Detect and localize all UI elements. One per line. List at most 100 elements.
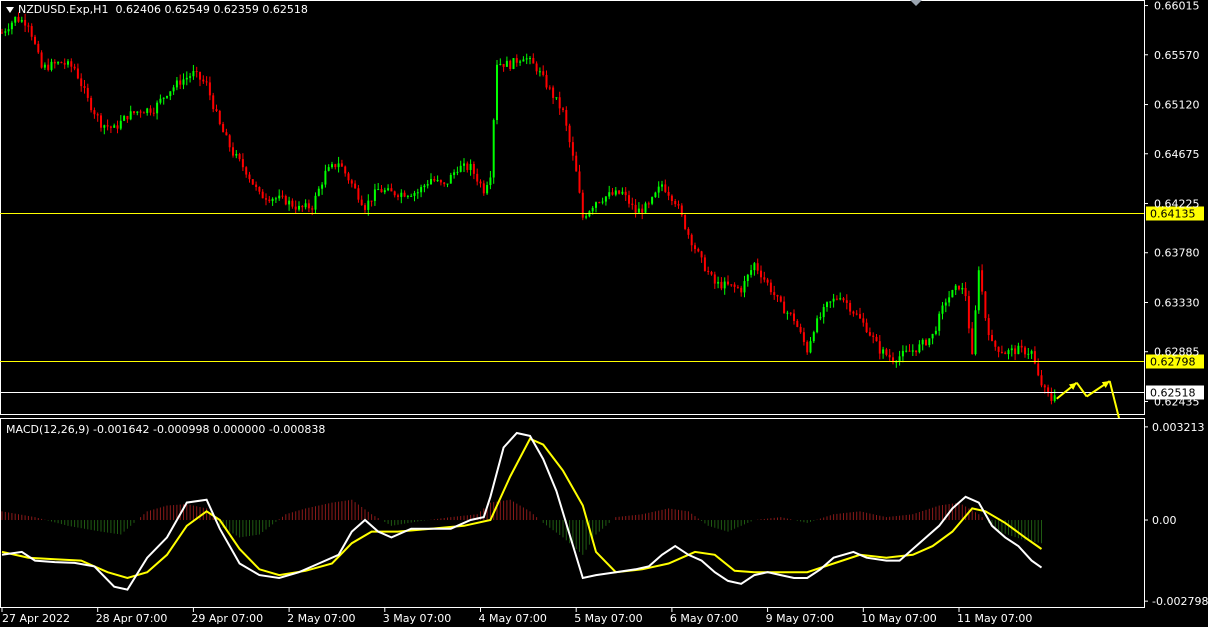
candle-body [875,336,878,342]
trading-chart[interactable]: 0.641350.627980.62518 0.660150.655700.65… [0,0,1208,627]
candle-body [373,189,376,201]
candle-body [743,281,746,293]
candle-body [809,341,812,353]
candle-body [984,291,987,319]
candle-body [294,206,297,210]
candle-body [146,108,149,114]
candle-body [456,171,459,173]
candle-body [598,202,601,204]
candle-body [958,285,960,290]
candle-body [733,284,736,287]
ohlc-values: 0.62406 0.62549 0.62359 0.62518 [115,3,308,16]
candle-body [885,349,888,355]
candle-body [618,190,621,194]
candle-body [179,80,182,85]
candle-body [585,216,588,218]
price-tick-label: 0.66015 [1154,0,1200,13]
candle-body [103,125,106,128]
candle-body [852,311,855,314]
candle-body [938,313,941,331]
candle-body [651,197,654,204]
candle-body [835,298,838,300]
candle-body [268,199,271,202]
candle-body [255,184,258,188]
candle-body [964,287,967,297]
candle-body [961,287,964,290]
candle-body [565,109,568,126]
candle-body [133,111,135,113]
candle-body [149,108,152,113]
candle-body [406,195,409,197]
candle-body [439,180,442,183]
candle-body [700,251,703,258]
candle-body [505,60,508,67]
candle-body [436,180,439,182]
candle-body [918,344,921,353]
candle-body [845,300,848,303]
candle-body [20,19,23,22]
candle-body [611,192,614,195]
candle-body [994,340,997,347]
candle-body [713,274,716,284]
candle-body [116,125,119,129]
candle-body [400,192,403,197]
candle-body [7,29,10,32]
candle-body [624,191,627,196]
candle-body [60,62,63,64]
candle-body [261,191,264,199]
candle-body [492,120,495,178]
candle-body [499,63,502,65]
candle-body [769,282,772,293]
candle-body [278,195,281,199]
candle-body [192,71,195,77]
candle-body [281,195,284,197]
candle-body [746,274,749,282]
candle-body [169,91,172,97]
candle-body [489,177,492,186]
candle-body [212,95,215,110]
candle-body [591,207,594,212]
time-tick-label: 10 May 07:00 [861,612,936,625]
candle-body [512,58,515,69]
candle-body [73,66,76,69]
dropdown-triangle-icon[interactable] [6,7,14,13]
candle-body [162,97,165,99]
time-tick-label: 28 Apr 07:00 [96,612,168,625]
candle-body [793,313,795,321]
candle-body [690,234,693,246]
price-tick-label: 0.64225 [1154,198,1200,211]
candle-body [971,328,974,355]
candle-body [951,290,954,298]
candle-body [459,165,462,172]
candle-body [430,178,432,185]
price-panel[interactable]: 0.641350.627980.62518 0.660150.655700.65… [0,0,1204,454]
candle-body [763,277,766,280]
candle-body [697,249,700,252]
candle-body [47,64,50,70]
candle-body [1037,363,1040,376]
candle-body [126,115,129,120]
candle-body [27,25,30,27]
candle-body [509,60,512,69]
candle-body [199,72,201,80]
candle-body [677,204,680,206]
candle-body [172,87,175,92]
candle-body [232,147,234,156]
macd-panel[interactable]: 0.003213 0.00 -0.002798 [0,418,1208,609]
candle-body [449,174,452,184]
candle-body [340,163,343,167]
candle-body [555,97,558,99]
candle-body [750,270,753,275]
candle-body [730,284,733,286]
candle-body [367,200,370,210]
time-axis: 27 Apr 2022 28 Apr 07:00 29 Apr 07:00 2 May… [1,608,1032,625]
candle-body [535,63,538,72]
candle-body [433,178,436,181]
candle-body [842,298,845,301]
candle-body [717,281,720,284]
candle-body [360,199,363,206]
candle-body [776,295,779,297]
candle-body [532,57,535,64]
candle-body [57,62,60,64]
candle-body [377,189,380,191]
